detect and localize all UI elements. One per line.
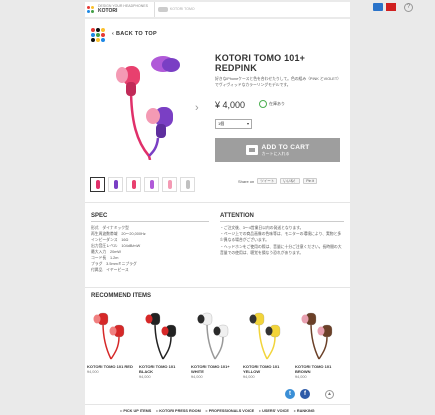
tab-logo-icon <box>157 7 168 12</box>
thumbnail[interactable] <box>90 177 105 192</box>
footer-link[interactable]: PROFESSIONALS VOICE <box>206 408 254 413</box>
share-label: Share on <box>238 178 255 184</box>
tab-label: KOTORI TOMO <box>169 6 195 11</box>
footer-link[interactable]: PICK UP ITEMS <box>120 408 151 413</box>
tab-kotori-tomo[interactable]: KOTORI TOMO <box>153 2 210 17</box>
thumbnail[interactable] <box>144 177 159 192</box>
kotori-mark-icon <box>91 28 105 42</box>
scroll-to-top-icon[interactable]: ▲ <box>325 390 334 399</box>
thumbnail-strip <box>90 177 195 192</box>
footer-link[interactable]: USERS' VOICE <box>259 408 289 413</box>
recommend-item[interactable]: KOTORI TOMO 101 YELLOW ¥4,000 <box>243 308 291 379</box>
divider <box>85 287 350 288</box>
product-photo <box>116 56 180 160</box>
chevron-down-icon: ▾ <box>246 121 249 126</box>
thumbnail[interactable] <box>180 177 195 192</box>
back-to-top-link[interactable]: ‹ BACK TO TOP <box>112 31 157 37</box>
share-bar: Share on ツイート いいね！ Pin it <box>238 178 318 184</box>
tweet-button[interactable]: ツイート <box>257 178 278 184</box>
thumb-swatch <box>131 180 136 189</box>
in-stock-icon <box>259 100 267 108</box>
recommend-image <box>87 308 135 362</box>
add-to-cart-button[interactable]: ADD TO CART カートに入れる <box>215 138 340 162</box>
recommend-price: ¥4,000 <box>243 375 255 379</box>
divider <box>220 221 344 222</box>
brand[interactable]: DESIGN YOUR HEADPHONES KOTORI <box>98 5 148 14</box>
attention-item: ・ヘッドホンをご使用の際は、音量に十分ご注意ください。長時間の大音量での使用は、… <box>220 244 342 255</box>
divider <box>85 202 350 203</box>
next-image-arrow-icon[interactable]: › <box>195 102 199 114</box>
product-price: ¥ 4,000 <box>215 100 246 110</box>
recommend-list: KOTORI TOMO 101 RED ¥4,000 KOTORI TOMO 101… <box>87 308 343 379</box>
footer-nav: PICK UP ITEMS KOTORI PRESS ROOM PROFESSI… <box>85 404 350 415</box>
recommend-name: KOTORI TOMO 101 RED <box>87 364 133 369</box>
quantity-select[interactable]: 1個 ▾ <box>215 119 252 129</box>
like-button[interactable]: いいね！ <box>280 178 301 184</box>
thumb-swatch <box>167 180 172 189</box>
language-flag-icon[interactable] <box>386 3 396 11</box>
recommend-name: KOTORI TOMO 101 YELLOW <box>243 364 280 374</box>
top-header: DESIGN YOUR HEADPHONES KOTORI KOTORI TOM… <box>85 2 350 17</box>
recommend-image <box>295 308 343 362</box>
footer-link[interactable]: KOTORI PRESS ROOM <box>156 408 201 413</box>
thumb-swatch <box>149 180 154 189</box>
recommend-price: ¥4,000 <box>295 375 307 379</box>
product-description: 好きなiPhoneケースと色を合わせたりして。色の組み（PINK とVIOLET… <box>215 77 340 87</box>
recommend-price: ¥4,000 <box>87 370 99 374</box>
attention-list: ・ご注文後、3〜4営業日以内の発送となります。 ・ページ上での商品画像の色味等は… <box>220 225 344 256</box>
recommend-heading: RECOMMEND ITEMS <box>91 293 151 299</box>
stock-label: 在庫あり <box>269 101 285 106</box>
thumb-swatch <box>185 180 190 189</box>
cart-icon <box>245 145 258 155</box>
recommend-name: KOTORI TOMO 101 BROWN <box>295 364 332 374</box>
recommend-item[interactable]: KOTORI TOMO 101 RED ¥4,000 <box>87 308 135 379</box>
thumbnail[interactable] <box>126 177 141 192</box>
recommend-item[interactable]: KOTORI TOMO 101 BROWN ¥4,000 <box>295 308 343 379</box>
recommend-image <box>139 308 187 362</box>
attention-heading: ATTENTION <box>220 213 254 219</box>
recommend-image <box>243 308 291 362</box>
pin-button[interactable]: Pin it <box>303 178 318 184</box>
twitter-icon[interactable]: t <box>285 389 295 399</box>
cart-icon[interactable] <box>373 3 383 11</box>
attention-item: ・ページ上での商品画像の色味等は、モニターの環境により、実物と多少異なる場合がご… <box>220 232 342 243</box>
thumbnail[interactable] <box>162 177 177 192</box>
thumb-swatch <box>113 180 118 189</box>
facebook-icon[interactable]: f <box>300 389 310 399</box>
product-title: KOTORI TOMO 101+ REDPINK <box>215 53 306 73</box>
recommend-name: KOTORI TOMO 101 BLACK <box>139 364 176 374</box>
recommend-price: ¥4,000 <box>139 375 151 379</box>
spec-list: 形式 ダイナミック型 再生周波数帯域 20～20,000Hz インピーダンス 1… <box>91 225 209 273</box>
recommend-item[interactable]: KOTORI TOMO 101+ WHITE ¥4,000 <box>191 308 239 379</box>
recommend-name: KOTORI TOMO 101+ WHITE <box>191 364 230 374</box>
recommend-price: ¥4,000 <box>191 375 203 379</box>
stock-status: 在庫あり <box>259 100 285 108</box>
add-to-cart-sublabel: カートに入れる <box>261 150 290 156</box>
product-page: ‹ BACK TO TOP › KOTORI TOMO 101+ REDPINK… <box>85 19 350 415</box>
add-to-cart-label: ADD TO CART <box>261 143 310 151</box>
brand-name: KOTORI <box>98 7 118 14</box>
kotori-logo-icon[interactable] <box>87 6 94 13</box>
help-icon[interactable]: ? <box>404 3 413 12</box>
divider <box>91 221 209 222</box>
recommend-image <box>191 308 239 362</box>
footer-link[interactable]: RANKING <box>294 408 315 413</box>
spec-item: 付属品 イヤーピース <box>91 268 129 272</box>
spec-heading: SPEC <box>91 213 108 219</box>
thumb-swatch <box>95 180 100 189</box>
quantity-value: 1個 <box>218 121 225 126</box>
recommend-item[interactable]: KOTORI TOMO 101 BLACK ¥4,000 <box>139 308 187 379</box>
thumbnail[interactable] <box>108 177 123 192</box>
